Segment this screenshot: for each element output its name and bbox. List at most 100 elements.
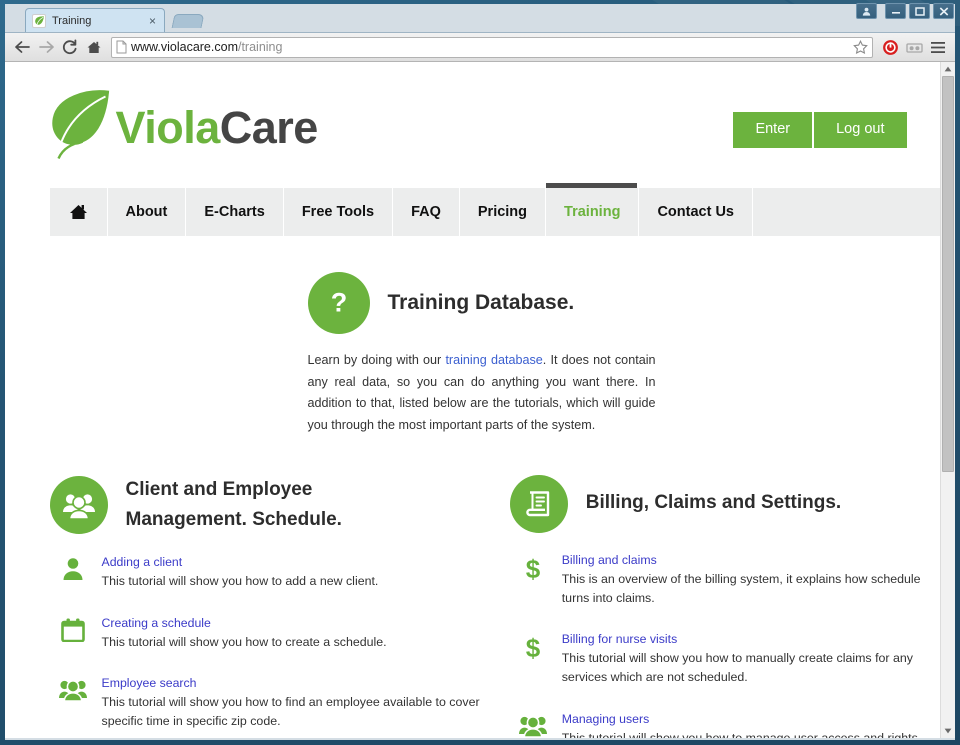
tutorial-body: Billing for nurse visits This tutorial w… [562,632,923,687]
url-domain: www.violacare.com [131,40,238,54]
url-text: www.violacare.com/training [131,40,282,54]
browser-tab-training[interactable]: Training × [25,8,165,32]
new-tab-button[interactable] [171,14,205,28]
nav-pricing[interactable]: Pricing [459,188,547,236]
tutorial-link[interactable]: Adding a client [102,555,486,569]
tutorial-body: Creating a schedule This tutorial will s… [102,616,486,652]
page-title: Training Database. [387,291,575,314]
tutorial-body: Employee search This tutorial will show … [102,676,486,731]
user-switch-icon[interactable] [856,3,877,19]
leaf-favicon-icon [32,13,46,28]
header-actions: Enter Log out [733,106,922,148]
training-database-link[interactable]: training database [445,353,542,367]
tutorial-item: Creating a schedule This tutorial will s… [50,616,486,652]
leaf-icon [50,88,112,167]
scroll-down-arrow[interactable] [941,724,955,738]
forward-arrow-icon[interactable] [35,36,57,58]
tutorial-description: This tutorial will show you how to manag… [561,730,922,739]
tutorial-columns: Client and Employee Management. Schedule… [28,474,923,739]
page-scrollbar[interactable] [940,62,955,738]
maximize-button[interactable] [909,3,930,19]
intro-section: ? Training Database. Learn by doing with… [28,272,923,437]
site-logo[interactable]: ViolaCare [28,88,318,167]
address-bar[interactable]: www.violacare.com/training [111,36,873,58]
question-mark-icon: ? [307,272,370,334]
reload-icon[interactable] [59,36,81,58]
billing-claims-column: Billing, Claims and Settings. $ Billing … [486,474,923,739]
tutorial-link[interactable]: Billing and claims [562,553,923,567]
people-group-icon [58,676,88,731]
back-arrow-icon[interactable] [11,36,33,58]
tutorial-description: This is an overview of the billing syste… [561,571,921,605]
person-icon [58,555,88,591]
nav-training[interactable]: Training [546,183,640,236]
home-icon[interactable] [83,36,105,58]
intro-text-before: Learn by doing with our [307,353,446,367]
tutorial-link[interactable]: Billing for nurse visits [562,632,923,646]
nav-filler [752,188,945,236]
apps-icon[interactable] [903,36,925,58]
url-path: /training [237,40,283,54]
column-header: Billing, Claims and Settings. [509,474,923,533]
logout-button[interactable]: Log out [814,112,907,148]
logo-wordmark: ViolaCare [115,101,319,153]
tutorial-item: Adding a client This tutorial will show … [50,555,486,591]
hamburger-menu-icon[interactable] [927,36,949,58]
tutorial-item: Employee search This tutorial will show … [50,676,486,731]
calendar-icon [58,616,88,652]
column-title: Client and Employee Management. Schedule… [125,478,342,531]
enter-button[interactable]: Enter [733,112,813,148]
logo-care: Care [219,101,319,153]
tutorial-link[interactable]: Managing users [562,712,923,726]
nav-contact-us[interactable]: Contact Us [639,188,753,236]
adblock-icon[interactable] [879,36,901,58]
nav-about[interactable]: About [107,188,187,236]
nav-faq[interactable]: FAQ [393,188,460,236]
nav-e-charts[interactable]: E-Charts [186,188,284,236]
client-employee-column: Client and Employee Management. Schedule… [49,475,486,738]
web-page: ViolaCare Enter Log out About E-Charts F… [5,62,945,739]
browser-window: Training × www.violacare.com/training Vi… [5,4,955,740]
svg-text:$: $ [526,555,541,583]
tutorial-description: This tutorial will show you how to creat… [101,634,387,649]
tutorial-description: This tutorial will show you how to add a… [101,574,379,589]
tab-close-icon[interactable]: × [147,15,158,27]
tutorial-item: $ Billing and claims This is an overview… [510,553,923,608]
tutorial-link[interactable]: Employee search [102,676,486,690]
intro-header: ? Training Database. [307,272,923,334]
scrollbar-thumb[interactable] [942,76,954,472]
dollar-sign-icon: $ [518,553,548,608]
column-title: Billing, Claims and Settings. [585,492,842,514]
os-window-frame: Training × www.violacare.com/training Vi… [0,0,960,745]
nav-free-tools[interactable]: Free Tools [283,188,394,236]
tutorial-link[interactable]: Creating a schedule [102,616,486,630]
svg-text:$: $ [526,634,541,662]
intro-paragraph: Learn by doing with our training databas… [308,350,656,437]
tab-strip: Training × [5,4,955,32]
tutorial-item: Managing users This tutorial will show y… [510,712,923,739]
tutorial-description: This tutorial will show you how to manua… [561,651,913,685]
close-button[interactable] [933,3,954,19]
tutorial-body: Managing users This tutorial will show y… [562,712,923,739]
people-group-icon [49,476,108,535]
page-viewport: ViolaCare Enter Log out About E-Charts F… [5,62,955,738]
tutorial-item: $ Billing for nurse visits This tutorial… [510,632,923,687]
nav-home[interactable] [49,188,108,236]
logo-viola: Viola [115,101,221,153]
tab-title: Training [52,14,92,27]
dollar-sign-icon: $ [518,632,548,687]
scroll-up-arrow[interactable] [941,62,955,76]
tutorial-body: Billing and claims This is an overview o… [562,553,923,608]
window-controls[interactable] [856,3,954,19]
minimize-button[interactable] [885,3,906,19]
star-icon[interactable] [853,40,868,54]
home-icon [69,205,87,219]
book-icon [509,474,568,533]
site-header: ViolaCare Enter Log out [28,62,923,166]
browser-toolbar: www.violacare.com/training [5,32,955,62]
tutorial-body: Adding a client This tutorial will show … [102,555,486,591]
column-header: Client and Employee Management. Schedule… [49,475,486,536]
page-content: ViolaCare Enter Log out About E-Charts F… [23,62,945,739]
people-group-icon [518,712,548,739]
main-navigation: About E-Charts Free Tools FAQ Pricing Tr… [49,183,945,236]
